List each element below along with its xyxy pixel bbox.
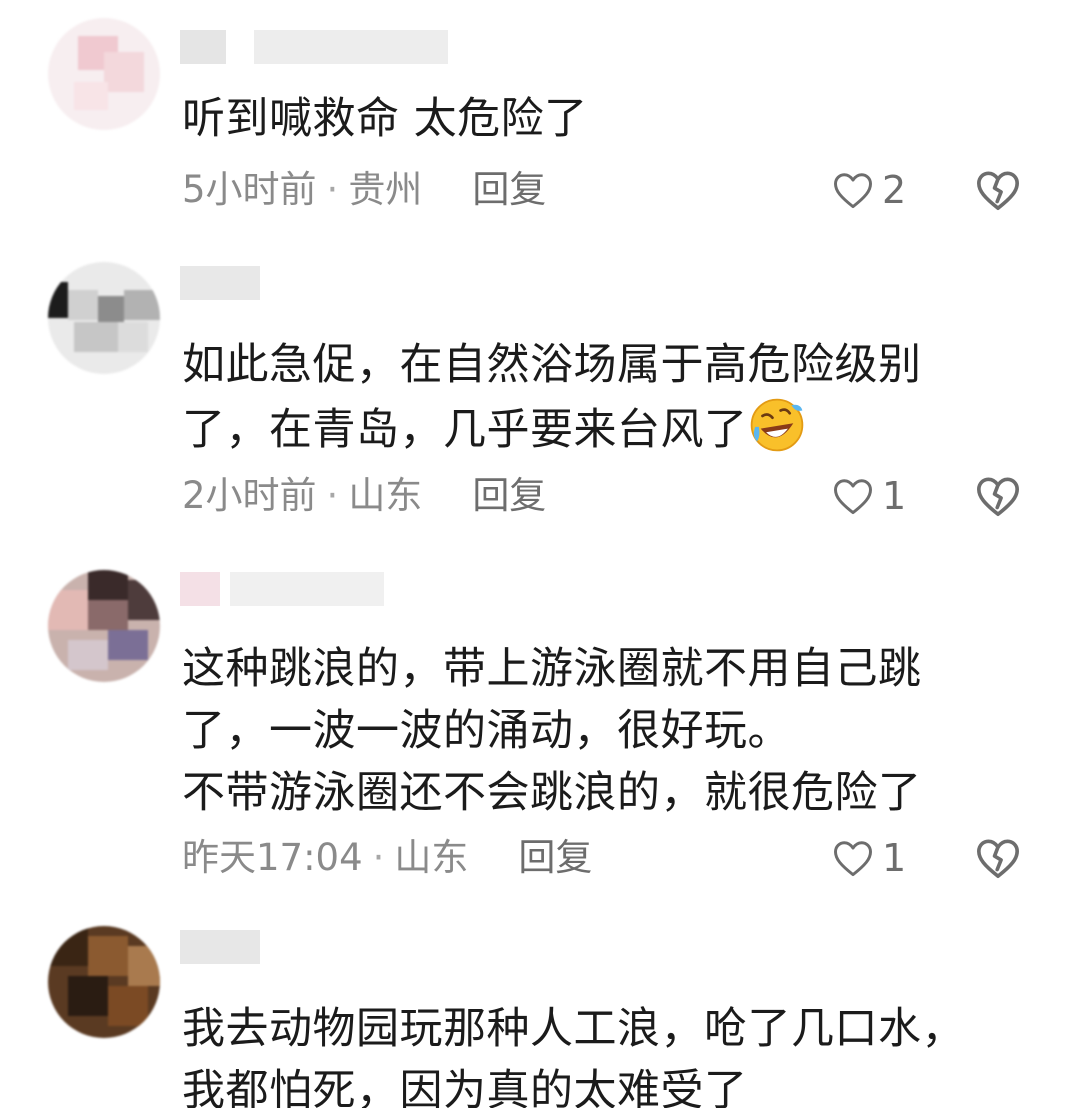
comment-text: 如此急促，在自然浴场属于高危险级别 了，在青岛，几乎要来台风了 [182, 340, 922, 455]
like-count: 1 [882, 474, 907, 518]
like-count: 2 [882, 168, 907, 212]
comment-location: 山东 [394, 836, 469, 879]
avatar[interactable] [48, 570, 160, 682]
meta-separator: · [326, 168, 339, 211]
broken-heart-icon[interactable] [975, 474, 1021, 518]
rolling-laughing-emoji [750, 398, 803, 452]
heart-outline-icon [834, 841, 872, 877]
comment-time: 2小时前 [182, 474, 317, 517]
avatar[interactable] [48, 926, 160, 1038]
comment-text: 我去动物园玩那种人工浪，呛了几口水， 我都怕死，因为真的太难受了 [182, 1004, 965, 1108]
comment-location: 贵州 [348, 168, 423, 211]
like-button[interactable]: 1 [832, 836, 906, 880]
reply-button[interactable]: 回复 [518, 836, 592, 879]
username[interactable] [180, 930, 260, 964]
comment-time: 昨天17:04 [182, 836, 363, 879]
broken-heart-icon[interactable] [975, 836, 1021, 880]
comment-meta: 5小时前 · 贵州 回复 [182, 168, 546, 212]
meta-separator: · [372, 836, 385, 879]
comment-text: 听到喊救命 太危险了 [182, 94, 588, 144]
avatar[interactable] [48, 18, 160, 130]
comment-text: 这种跳浪的，带上游泳圈就不用自己跳 了，一波一波的涌动，很好玩。 不带游泳圈还不… [182, 644, 922, 818]
comment-time: 5小时前 [182, 168, 317, 211]
like-button[interactable]: 1 [832, 474, 906, 518]
username[interactable] [180, 266, 260, 300]
like-button[interactable]: 2 [832, 168, 906, 212]
heart-outline-icon [834, 479, 872, 515]
username[interactable] [180, 572, 384, 606]
avatar[interactable] [48, 262, 160, 374]
reply-button[interactable]: 回复 [472, 474, 546, 517]
meta-separator: · [326, 474, 339, 517]
heart-outline-icon [834, 173, 872, 209]
comment-meta: 2小时前 · 山东 回复 [182, 474, 546, 518]
comment-meta: 昨天17:04 · 山东 回复 [182, 836, 592, 880]
comment-list: 听到喊救命 太危险了 5小时前 · 贵州 回复 2 如此急促，在自然浴场属于高危险级别… [0, 0, 1078, 1108]
broken-heart-icon[interactable] [975, 168, 1021, 212]
comment-location: 山东 [348, 474, 423, 517]
reply-button[interactable]: 回复 [472, 168, 546, 211]
username[interactable] [180, 30, 450, 64]
like-count: 1 [882, 836, 907, 880]
